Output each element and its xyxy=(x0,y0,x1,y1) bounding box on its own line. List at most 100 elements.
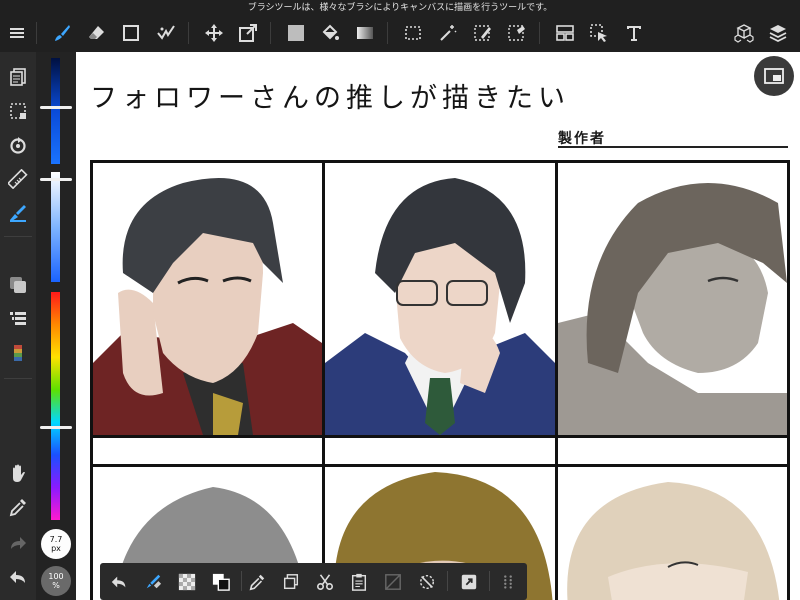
layers-button[interactable] xyxy=(764,20,792,46)
copy-button[interactable] xyxy=(278,569,304,595)
transform-icon xyxy=(239,24,257,42)
select-eraser-icon xyxy=(508,25,525,41)
share-button[interactable] xyxy=(456,569,482,595)
transform-tool-button[interactable] xyxy=(234,20,262,46)
brush-settings-icon xyxy=(10,205,26,222)
smudge-icon xyxy=(157,25,175,40)
panel-grid xyxy=(90,160,790,600)
bottom-eyedropper-button[interactable] xyxy=(244,569,270,595)
bottom-undo-button[interactable] xyxy=(106,569,132,595)
select-eraser-button[interactable] xyxy=(503,20,531,46)
3d-icon xyxy=(734,24,754,43)
clipboard-icon xyxy=(351,573,367,591)
top-toolbar: ブラシツールは、様々なブラシによりキャンバスに描画を行うツールです。 xyxy=(0,0,800,52)
brush-size-unit: px xyxy=(51,544,61,553)
drawing-canvas[interactable]: フォロワーさんの推しが描きたい 製作者 xyxy=(76,52,800,600)
bottom-toolbar xyxy=(100,563,527,600)
menu-button[interactable] xyxy=(3,20,31,46)
eyedropper-icon xyxy=(9,499,26,517)
brush-size-indicator[interactable]: 7.7 px xyxy=(41,529,71,559)
smudge-tool-button[interactable] xyxy=(152,20,180,46)
panel-divide-button[interactable] xyxy=(551,20,579,46)
select-pen-icon xyxy=(474,25,491,41)
brush-size-slider[interactable] xyxy=(51,58,60,164)
paste-button[interactable] xyxy=(346,569,372,595)
clear-layer-button[interactable] xyxy=(380,569,406,595)
move-icon xyxy=(205,24,223,42)
gradient-icon xyxy=(357,27,373,39)
brush-sliders: 7.7 px 100 % xyxy=(36,52,76,600)
color-swap-icon xyxy=(212,573,230,591)
selection-icon xyxy=(10,103,26,119)
select-tool-button[interactable] xyxy=(399,20,427,46)
left-sidebar xyxy=(0,52,36,600)
creator-underline xyxy=(558,146,788,148)
transparent-color-button[interactable] xyxy=(174,569,200,595)
hue-slider[interactable] xyxy=(51,292,60,520)
palette-icon xyxy=(14,345,22,361)
creator-label: 製作者 xyxy=(558,131,606,147)
move-tool-button[interactable] xyxy=(200,20,228,46)
gradient-tool-button[interactable] xyxy=(351,20,379,46)
operation-icon xyxy=(590,24,607,42)
bucket-icon xyxy=(322,24,339,40)
brush-settings-button[interactable] xyxy=(5,200,31,226)
clear-icon xyxy=(385,574,401,590)
opacity-value: 100 xyxy=(48,572,64,581)
panel-icon xyxy=(556,25,574,41)
ruler-button[interactable] xyxy=(5,166,31,192)
eraser-icon xyxy=(89,26,104,39)
redo-icon xyxy=(11,537,26,549)
eyedropper-button[interactable] xyxy=(5,494,31,520)
brush-size-value: 7.7 xyxy=(49,535,63,544)
operation-tool-button[interactable] xyxy=(585,20,613,46)
fill-color-icon xyxy=(288,25,304,41)
color-icon xyxy=(10,277,26,293)
fill-color-button[interactable] xyxy=(282,20,310,46)
select-all-button[interactable] xyxy=(5,98,31,124)
magic-wand-button[interactable] xyxy=(434,20,462,46)
color-palette-button[interactable] xyxy=(5,340,31,366)
rectangle-icon xyxy=(123,25,139,41)
grid-dividers xyxy=(90,160,790,600)
brush-tool-button[interactable] xyxy=(48,20,76,46)
opacity-unit: % xyxy=(52,581,60,590)
page-list-button[interactable] xyxy=(5,64,31,90)
pages-icon xyxy=(10,68,26,86)
undo-icon xyxy=(111,576,126,588)
select-pen-button[interactable] xyxy=(469,20,497,46)
toolbar-drag-handle[interactable] xyxy=(495,569,521,595)
view-mode-button[interactable] xyxy=(754,56,794,96)
layers-icon xyxy=(769,25,787,43)
scissors-icon xyxy=(316,574,334,591)
brush-size-knob[interactable] xyxy=(40,106,72,109)
text-icon xyxy=(627,26,641,41)
color-swap-button[interactable] xyxy=(208,569,234,595)
redo-button[interactable] xyxy=(5,530,31,556)
3d-material-button[interactable] xyxy=(730,20,758,46)
brush-icon xyxy=(55,25,70,41)
bottom-brush-button[interactable] xyxy=(140,569,166,595)
opacity-knob[interactable] xyxy=(40,178,72,181)
deselect-button[interactable] xyxy=(414,569,440,595)
bucket-tool-button[interactable] xyxy=(316,20,344,46)
brush-eraser-icon xyxy=(146,574,162,589)
opacity-indicator[interactable]: 100 % xyxy=(41,566,71,596)
opacity-slider[interactable] xyxy=(51,172,60,282)
cut-button[interactable] xyxy=(312,569,338,595)
hand-tool-button[interactable] xyxy=(5,460,31,486)
eraser-tool-button[interactable] xyxy=(83,20,111,46)
undo-button[interactable] xyxy=(5,564,31,590)
color-layers-button[interactable] xyxy=(5,272,31,298)
ruler-icon xyxy=(8,169,28,189)
text-tool-button[interactable] xyxy=(620,20,648,46)
shape-tool-button[interactable] xyxy=(117,20,145,46)
window-icon xyxy=(764,68,784,84)
hue-knob[interactable] xyxy=(40,426,72,429)
layer-list-button[interactable] xyxy=(5,306,31,332)
select-icon xyxy=(405,26,421,40)
menu-icon xyxy=(10,28,24,38)
magic-wand-icon xyxy=(440,25,457,41)
rotate-canvas-button[interactable] xyxy=(5,132,31,158)
hand-icon xyxy=(13,464,25,482)
